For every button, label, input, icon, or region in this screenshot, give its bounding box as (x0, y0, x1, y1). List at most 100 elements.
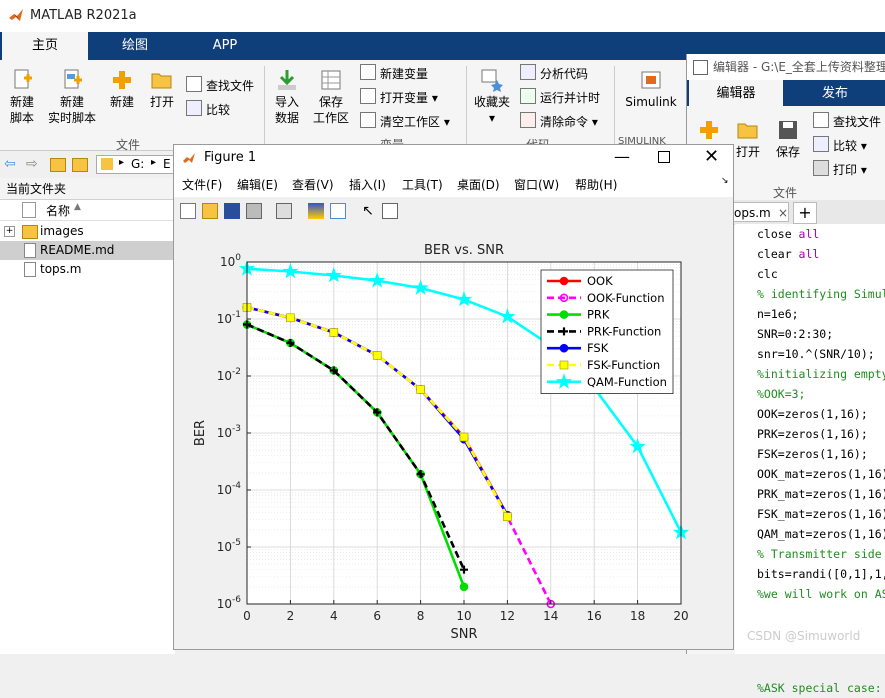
editor-open-button[interactable]: 打开 (733, 118, 763, 160)
menu-edit[interactable]: 编辑(E) (237, 176, 278, 193)
current-folder-panel: 当前文件夹 名称 ▲ + images README.md tops.m (0, 178, 175, 654)
editor-print-button[interactable]: 打印 ▾ (813, 160, 867, 180)
editor-pencil-icon (693, 60, 708, 75)
import-data-button[interactable]: 导入 数据 (270, 68, 304, 126)
code-line: bits=randi([0,1],1, (757, 567, 885, 581)
print-icon[interactable] (246, 203, 262, 219)
menu-help[interactable]: 帮助(H) (575, 176, 617, 193)
menu-view[interactable]: 查看(V) (292, 176, 334, 193)
new-variable-button[interactable]: 新建变量 (360, 64, 428, 84)
new-script-label: 新建 脚本 (9, 95, 34, 125)
save-workspace-button[interactable]: 保存 工作区 (310, 68, 352, 126)
clear-commands-button[interactable]: 清除命令 ▾ (520, 112, 598, 132)
clear-workspace-label: 清空工作区 (380, 115, 441, 129)
menu-insert[interactable]: 插入(I) (349, 176, 386, 193)
expand-plus-icon[interactable]: + (4, 226, 15, 237)
editor-find-files-button[interactable]: 查找文件 (813, 112, 881, 132)
code-line: QAM_mat=zeros(1,16) (757, 527, 885, 541)
list-item[interactable]: tops.m (0, 260, 175, 279)
plus-icon (113, 71, 131, 89)
legend-icon[interactable] (330, 203, 346, 219)
up-folder-icon[interactable] (50, 158, 66, 172)
figure-menu-bar: 文件(F) 编辑(E) 查看(V) 插入(I) 工具(T) 桌面(D) 窗口(W… (174, 172, 733, 197)
legend[interactable]: OOK OOK-Function PRK PRK-Function FSK FSK-Fun… (540, 269, 674, 394)
y-tick-label: 10-4 (217, 481, 242, 497)
open-button[interactable]: 打开 (144, 68, 180, 110)
menu-tools[interactable]: 工具(T) (402, 176, 443, 193)
menu-desktop[interactable]: 桌面(D) (457, 176, 500, 193)
x-tick-label: 4 (330, 609, 338, 623)
address-field[interactable]: ▸ G: ▸ E (96, 155, 175, 174)
code-line: FSK=zeros(1,16); (757, 447, 868, 461)
new-script-button[interactable]: 新建 脚本 (4, 68, 40, 126)
data-point (559, 360, 569, 370)
simulink-button[interactable]: Simulink (622, 68, 680, 110)
close-icon[interactable]: × (778, 203, 788, 223)
pointer-arrow-icon[interactable]: ↖ (360, 203, 376, 219)
code-line: % Transmitter side (757, 547, 882, 561)
menu-window[interactable]: 窗口(W) (514, 176, 559, 193)
matlab-title-bar: MATLAB R2021a (0, 0, 885, 32)
code-editor[interactable]: close all clear all clc % identifying Simul… (735, 224, 885, 695)
forward-arrow-icon[interactable]: ⇨ (26, 156, 38, 172)
link-plot-icon[interactable] (276, 203, 292, 219)
figure-canvas: 0 2 4 6 8 10 12 14 16 18 20 100 10-1 10-2 10-3 10-4 10-5… (174, 226, 733, 649)
address-segment-folder[interactable]: E (163, 157, 171, 171)
y-tick-label: 10-3 (217, 424, 241, 440)
code-line: FSK_mat=zeros(1,16) (757, 507, 885, 521)
tab-editor[interactable]: 编辑器 (689, 80, 783, 108)
folder-open-icon (151, 73, 172, 89)
editor-compare-label: 比较 (833, 139, 858, 153)
editor-new-button[interactable] (695, 118, 723, 144)
favorites-button[interactable]: 收藏夹 ▾ (472, 68, 512, 126)
watermark: CSDN @Simuworld (747, 629, 861, 643)
tab-apps[interactable]: APP (182, 32, 268, 60)
minimize-icon[interactable]: — (614, 147, 630, 166)
ber-chart[interactable]: 0 2 4 6 8 10 12 14 16 18 20 100 10-1 10-2 10-3 10-4 10-5… (174, 226, 733, 649)
tab-plots[interactable]: 绘图 (92, 32, 178, 60)
simulink-icon (641, 71, 661, 89)
editor-compare-button[interactable]: 比较 ▾ (813, 136, 867, 156)
menu-file[interactable]: 文件(F) (182, 176, 222, 193)
colorbar-icon[interactable] (308, 203, 324, 219)
run-and-time-button[interactable]: 运行并计时 (520, 88, 600, 108)
run-and-time-label: 运行并计时 (540, 91, 601, 105)
dock-arrow-icon[interactable]: ↘ (721, 176, 729, 186)
new-figure-icon[interactable] (180, 203, 196, 219)
editor-save-button[interactable]: 保存 (773, 118, 803, 160)
maximize-icon[interactable] (658, 151, 670, 163)
legend-label: PRK-Function (587, 324, 661, 338)
new-variable-label: 新建变量 (380, 67, 429, 81)
matlab-logo-icon (183, 153, 195, 163)
tab-home[interactable]: 主页 (2, 32, 88, 60)
find-files-icon (186, 76, 202, 92)
back-arrow-icon[interactable]: ⇦ (4, 156, 16, 172)
close-icon[interactable]: ✕ (704, 146, 719, 167)
code-line: clc (757, 267, 778, 281)
list-item[interactable]: + images (0, 222, 175, 241)
sort-ascending-icon[interactable]: ▲ (74, 202, 81, 212)
new-live-script-button[interactable]: 新建 实时脚本 (44, 68, 100, 126)
find-files-button[interactable]: 查找文件 (186, 76, 254, 96)
figure-toolbar: ↖ (174, 197, 733, 227)
save-icon[interactable] (224, 203, 240, 219)
address-segment-drive[interactable]: G: (131, 157, 144, 171)
column-name-header[interactable]: 名称 (46, 202, 70, 219)
add-tab-plus-icon[interactable]: + (793, 202, 817, 224)
new-button[interactable]: 新建 (104, 68, 140, 110)
list-item-selected[interactable]: README.md (0, 241, 175, 260)
property-editor-icon[interactable] (382, 203, 398, 219)
x-tick-label: 14 (543, 609, 558, 623)
clear-workspace-button[interactable]: 清空工作区 ▾ (360, 112, 450, 132)
code-line: close all (757, 227, 820, 241)
compare-button[interactable]: 比较 (186, 100, 230, 120)
open-variable-button[interactable]: 打开变量 ▾ (360, 88, 438, 108)
legend-label: PRK (587, 308, 610, 322)
folder-icon (22, 225, 38, 239)
browse-folder-icon[interactable] (72, 158, 88, 172)
tab-publish[interactable]: 发布 (791, 80, 879, 108)
file-type-header-icon (22, 202, 36, 218)
code-line: OOK=zeros(1,16); (757, 407, 868, 421)
analyze-code-button[interactable]: 分析代码 (520, 64, 588, 84)
open-file-icon[interactable] (202, 203, 218, 219)
